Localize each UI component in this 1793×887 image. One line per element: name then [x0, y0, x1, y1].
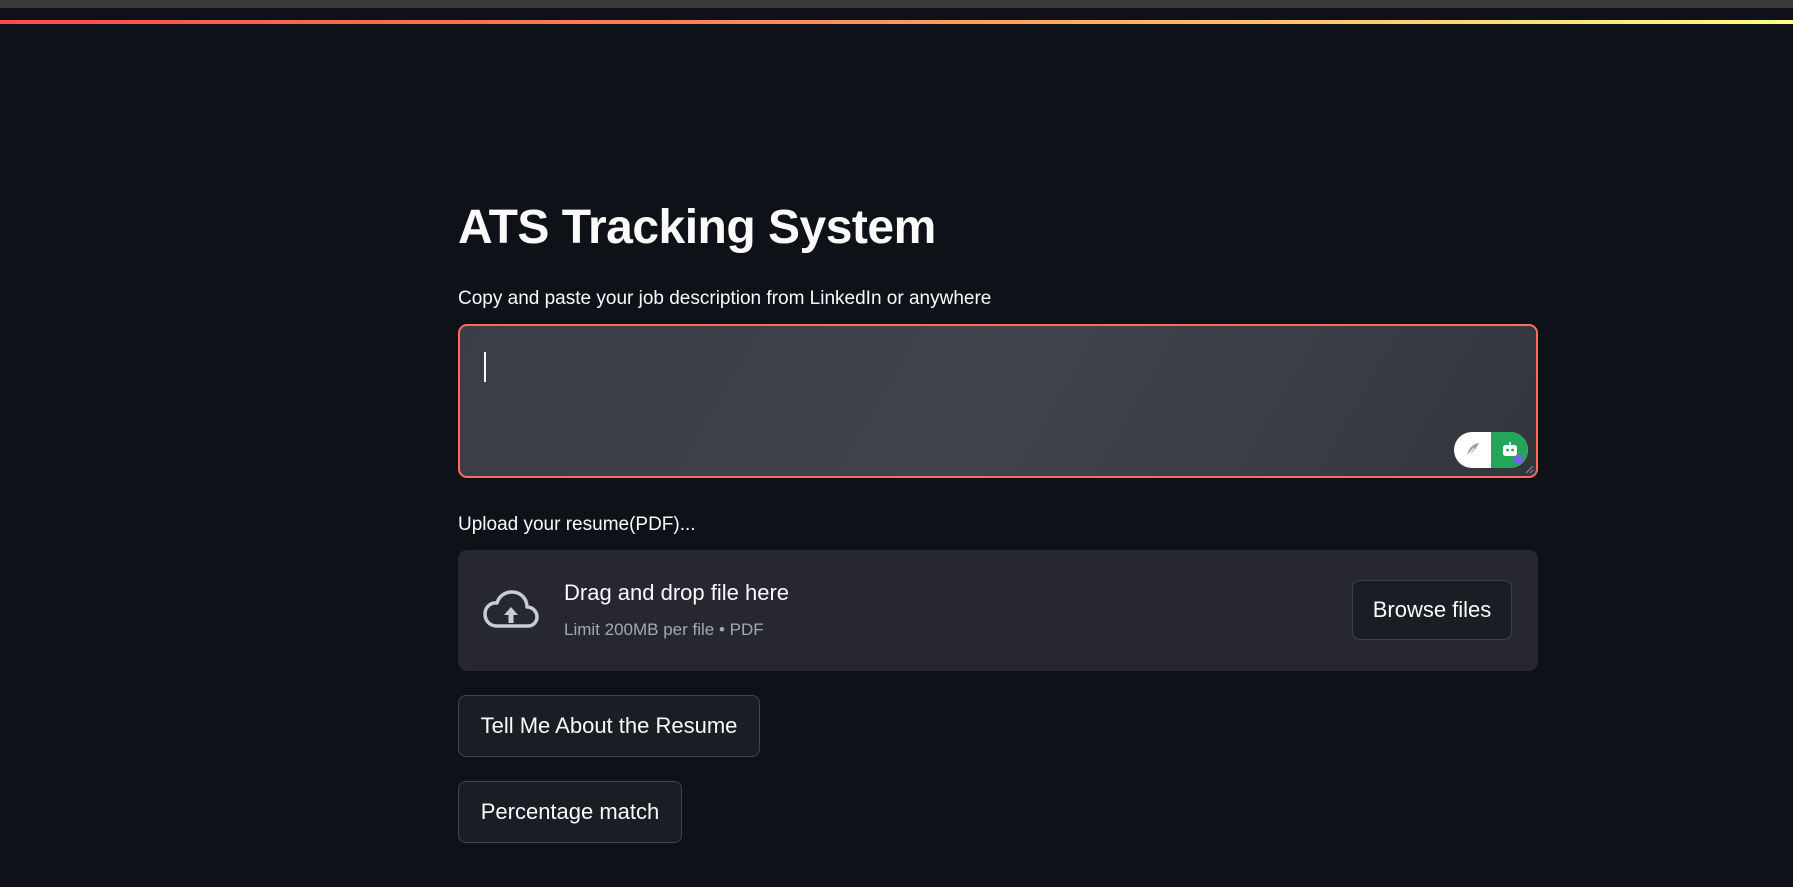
resize-handle-icon[interactable]: [1524, 464, 1534, 474]
job-description-label: Copy and paste your job description from…: [458, 288, 992, 309]
main-container: ATS Tracking System Copy and paste your …: [458, 190, 1538, 843]
resume-upload-label: Upload your resume(PDF)...: [458, 514, 696, 535]
browser-extension-toggle[interactable]: [1454, 432, 1528, 468]
job-description-field-container: [458, 324, 1538, 478]
header-decoration-line: [0, 20, 1793, 24]
window-top-bar: [0, 0, 1793, 8]
robot-icon[interactable]: [1491, 432, 1528, 468]
tell-me-about-resume-button[interactable]: Tell Me About the Resume: [458, 695, 760, 757]
cloud-upload-icon: [483, 590, 539, 628]
page-title: ATS Tracking System: [458, 201, 936, 254]
dropzone-limit-text: Limit 200MB per file • PDF: [564, 620, 764, 639]
file-dropzone[interactable]: Drag and drop file here Limit 200MB per …: [458, 550, 1538, 671]
percentage-match-button[interactable]: Percentage match: [458, 781, 682, 843]
dropzone-title: Drag and drop file here: [564, 580, 790, 605]
status-dot-icon: [1514, 455, 1523, 464]
feather-icon[interactable]: [1454, 432, 1491, 468]
text-cursor: [484, 352, 486, 382]
browse-files-button[interactable]: Browse files: [1352, 580, 1512, 640]
job-description-textarea[interactable]: [460, 326, 1536, 476]
